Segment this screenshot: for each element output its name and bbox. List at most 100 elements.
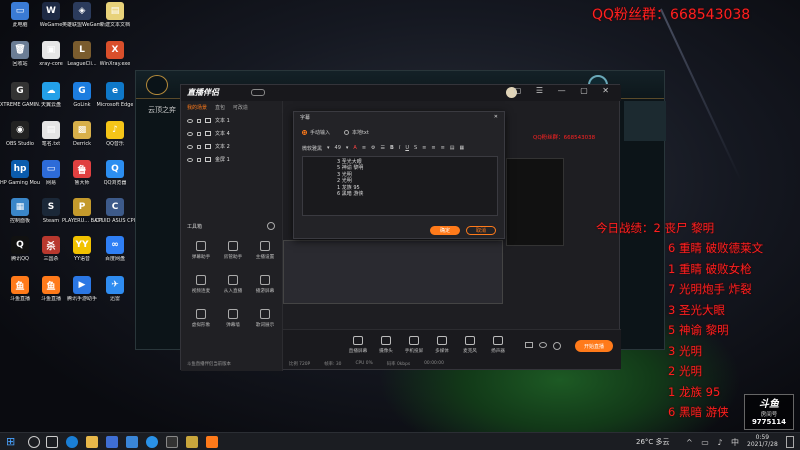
strike-icon[interactable]: S — [414, 145, 417, 151]
radio-dot[interactable] — [302, 130, 307, 135]
lock-icon[interactable] — [197, 131, 201, 136]
edge-taskbar-icon[interactable] — [66, 436, 78, 448]
toolbox-item[interactable]: 歌词展示 — [249, 309, 281, 337]
font-select[interactable]: 微软雅黑 — [302, 145, 322, 152]
app-icon[interactable]: G — [73, 82, 91, 100]
toolbox-item[interactable]: 弹幕墙 — [217, 309, 249, 337]
app-icon[interactable]: ▩ — [73, 121, 91, 139]
app-icon[interactable]: X — [106, 41, 124, 59]
app-icon[interactable]: ♪ — [106, 121, 124, 139]
bottom-tool[interactable]: 麦克风 — [455, 336, 485, 354]
app-icon[interactable]: W — [42, 2, 60, 20]
app-icon[interactable]: ☁ — [42, 82, 60, 100]
gear-icon[interactable] — [553, 342, 561, 350]
clock[interactable]: 0:59 2021/7/28 — [747, 434, 778, 448]
eye-icon[interactable] — [187, 144, 193, 149]
app-icon[interactable]: ▤ — [42, 121, 60, 139]
desktop-icon[interactable]: ▶ 腾讯手游助手 — [64, 276, 100, 314]
desktop-icon[interactable]: ♪ QQ音乐 — [97, 121, 133, 159]
app-icon[interactable]: ▣ — [42, 41, 60, 59]
radio-dot[interactable] — [343, 130, 349, 135]
app-icon[interactable]: ▤ — [106, 2, 124, 20]
desktop-icon[interactable]: ◈ 英雄联盟WeGame版 — [62, 2, 102, 40]
app-icon[interactable]: C — [106, 198, 124, 216]
app-icon[interactable]: S — [42, 198, 60, 216]
grid-icon[interactable]: ▦ — [460, 145, 465, 151]
subtitle-text-area[interactable]: 3 圣光大眼 5 神谕 黎明 3 光明 2 光明 1 龙族 95 6 黑暗 游侠 — [302, 156, 498, 216]
app-icon[interactable]: YY — [73, 236, 91, 254]
app-icon[interactable]: ✈ — [106, 276, 124, 294]
desktop-icon[interactable]: C CPUID ASUS CPU-Z — [95, 198, 135, 236]
more-icon[interactable]: ☰ — [381, 145, 385, 151]
italic-icon[interactable]: I — [399, 145, 400, 151]
align-center-icon[interactable]: ≡ — [431, 145, 435, 151]
task-view-icon[interactable] — [46, 436, 58, 448]
align-left-icon[interactable]: ≡ — [422, 145, 426, 151]
ok-button[interactable]: 确定 — [430, 226, 460, 235]
douyu-taskbar-icon[interactable] — [206, 436, 218, 448]
app-icon[interactable]: ▦ — [11, 198, 29, 216]
bottom-tool[interactable]: 手机投屏 — [399, 336, 429, 354]
window-controls[interactable]: ▢ ☰ — ▢ ✕ — [514, 86, 615, 95]
layer-item[interactable]: 文本 1 — [181, 114, 282, 127]
desktop-icon[interactable]: G GoLink — [64, 82, 100, 120]
obs-taskbar-icon[interactable] — [166, 436, 178, 448]
tab-my-scene[interactable]: 我的场景 — [187, 104, 207, 111]
app-icon[interactable]: Q — [106, 160, 124, 178]
toolbox-item[interactable]: 弹幕助手 — [185, 241, 217, 269]
app-icon[interactable]: ▶ — [73, 276, 91, 294]
align-icon[interactable]: ≡ — [362, 145, 366, 151]
eye-icon[interactable] — [187, 131, 193, 136]
more-icon[interactable] — [267, 222, 275, 230]
layout-icon[interactable]: ▤ — [450, 145, 455, 151]
desktop-icon[interactable]: ▩ Derrick — [64, 121, 100, 159]
chevron-down-icon[interactable]: ▾ — [346, 145, 349, 151]
toolbox-item[interactable]: 虚拟形象 — [185, 309, 217, 337]
tab-editable[interactable]: 可改造 — [233, 104, 248, 111]
chevron-down-icon[interactable]: ▾ — [327, 145, 330, 151]
app-icon[interactable]: L — [73, 41, 91, 59]
align-right-icon[interactable]: ≡ — [441, 145, 445, 151]
layer-item[interactable]: 文本 2 — [181, 140, 282, 153]
app-taskbar-icon[interactable] — [126, 436, 138, 448]
desktop-icon[interactable]: ✈ 迅雷 — [97, 276, 133, 314]
app-icon[interactable]: P — [73, 198, 91, 216]
bottom-tool[interactable]: 直播屏幕 — [343, 336, 373, 354]
toolbox-item[interactable]: 从入直播 — [217, 275, 249, 303]
app-taskbar-icon[interactable] — [106, 436, 118, 448]
bottom-tool[interactable]: 摄像头 — [371, 336, 401, 354]
tray-icons[interactable]: ^ ▭ ♪ 中 — [686, 437, 742, 448]
gear-icon[interactable]: ⚙ — [371, 145, 375, 151]
eye-icon[interactable] — [187, 118, 193, 123]
weather[interactable]: 26°C 多云 — [636, 437, 670, 447]
toolbox-item[interactable]: 房管助手 — [217, 241, 249, 269]
font-color-icon[interactable]: A — [353, 145, 356, 151]
desktop-icon[interactable]: YY YY语音 — [64, 236, 100, 274]
underline-icon[interactable]: U — [405, 145, 409, 151]
bold-icon[interactable]: B — [390, 145, 394, 151]
cancel-button[interactable]: 取消 — [466, 226, 496, 235]
eye-icon[interactable] — [539, 342, 547, 348]
desktop-icon[interactable]: X WinXray.exe — [97, 41, 133, 79]
desktop-icon[interactable]: ▤ 新建文本文档 — [97, 2, 133, 40]
app-icon[interactable]: 鱼 — [11, 276, 29, 294]
desktop-icon[interactable]: ∞ 百度网盘 — [97, 236, 133, 274]
desktop-icon[interactable]: L LeagueCli... — [64, 41, 100, 79]
close-icon[interactable]: ✕ — [494, 114, 498, 122]
start-icon[interactable]: ⊞ — [6, 436, 18, 448]
eye-icon[interactable] — [187, 157, 193, 162]
desktop-icon[interactable]: PPLAYERU... BATTLEGR... — [62, 198, 102, 236]
lock-icon[interactable] — [197, 157, 201, 162]
video-icon[interactable] — [525, 342, 533, 348]
lock-icon[interactable] — [197, 144, 201, 149]
desktop-icon[interactable]: 鲁鲁大师 — [64, 160, 100, 198]
app-icon[interactable]: ▭ — [11, 2, 29, 20]
app-icon[interactable]: 鲁 — [73, 160, 91, 178]
toolbox-item[interactable]: 播游屏幕 — [249, 275, 281, 303]
browser-taskbar-icon[interactable] — [146, 436, 158, 448]
app-icon[interactable]: e — [106, 82, 124, 100]
toolbox-item[interactable]: 视频连麦 — [185, 275, 217, 303]
app-icon[interactable]: ▭ — [42, 160, 60, 178]
start-live-button[interactable]: 开始直播 — [575, 340, 613, 352]
tab-direct[interactable]: 直包 — [215, 104, 225, 111]
